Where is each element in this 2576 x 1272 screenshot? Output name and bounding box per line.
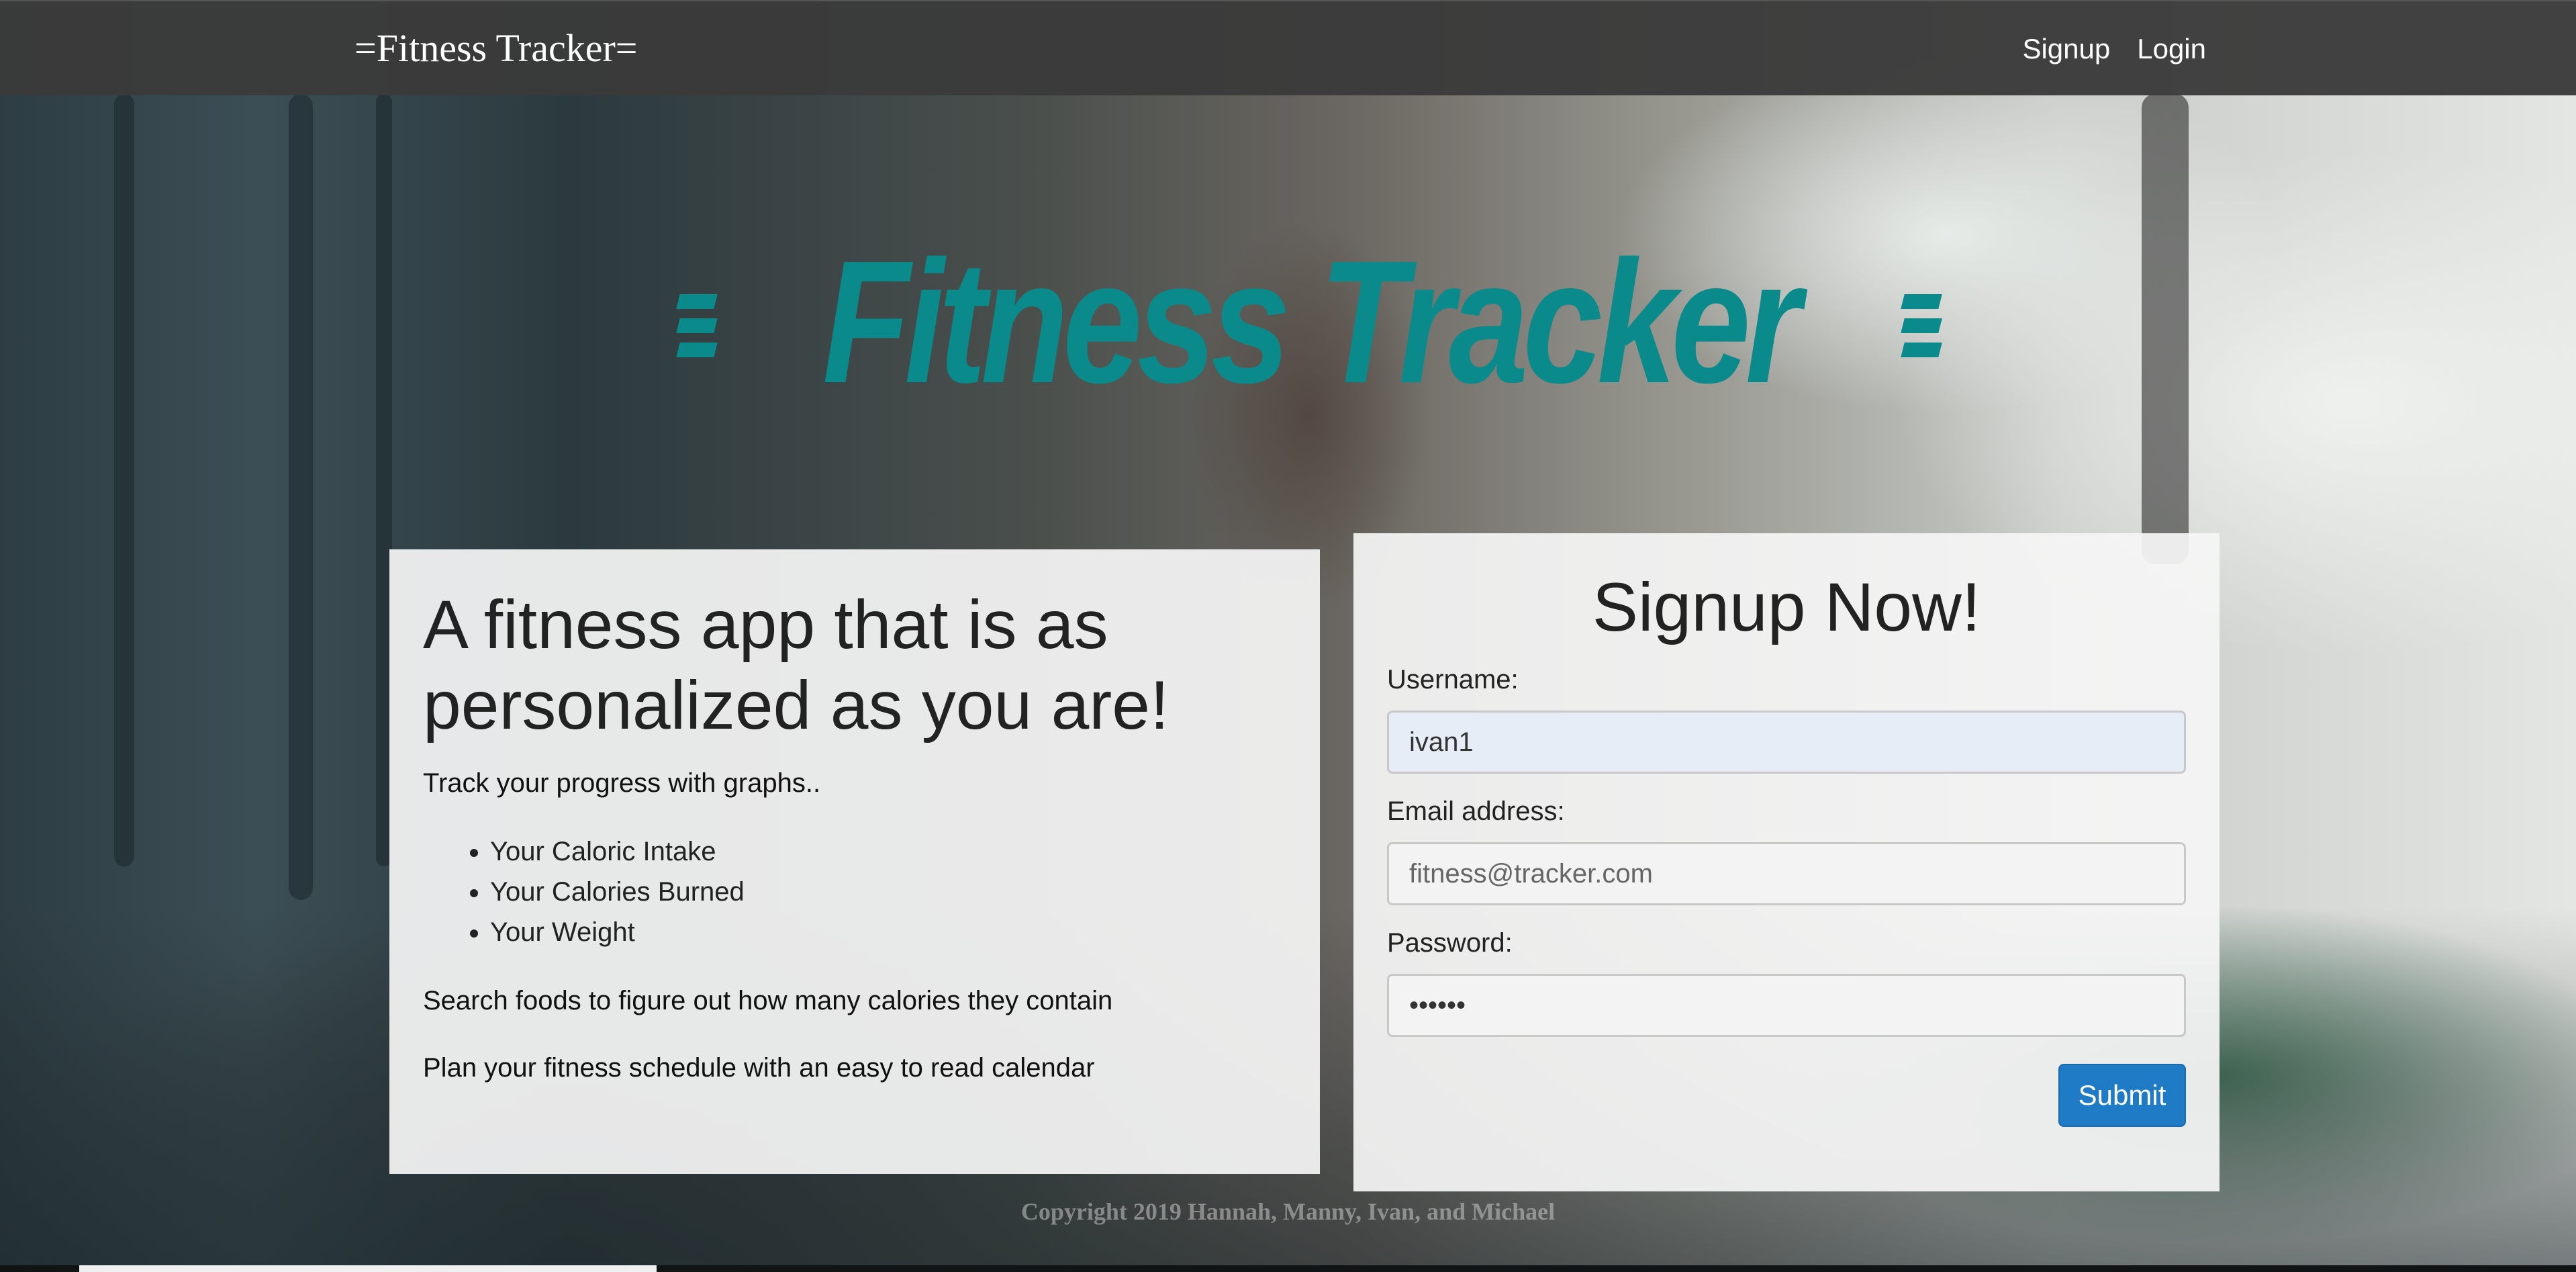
nav-link-login[interactable]: Login: [2137, 28, 2206, 70]
brand-logo[interactable]: =Fitness Tracker=: [354, 21, 638, 75]
hero-dash-left: [676, 294, 718, 357]
background-shape: [2142, 94, 2189, 564]
hero-logo-text: Fitness Tracker: [822, 225, 1801, 420]
password-input[interactable]: [1387, 974, 2186, 1037]
background-shape: [114, 94, 134, 866]
hero-logo: Fitness Tracker: [676, 225, 1942, 420]
nav-links: Signup Login: [2022, 28, 2206, 70]
username-label: Username:: [1387, 665, 1519, 694]
graph-list: Your Caloric Intake Your Calories Burned…: [490, 831, 1286, 952]
submit-row: Submit: [1387, 1064, 2186, 1127]
navbar: =Fitness Tracker= Signup Login: [0, 0, 2576, 95]
list-item: Your Weight: [490, 912, 1286, 952]
info-heading: A fitness app that is as personalized as…: [423, 586, 1170, 743]
signup-title: Signup Now!: [1592, 569, 1981, 645]
graphs-line: Track your progress with graphs..: [423, 768, 821, 798]
calendar-line: Plan your fitness schedule with an easy …: [423, 1053, 1095, 1083]
password-label: Password:: [1387, 928, 1513, 958]
email-input[interactable]: [1387, 842, 2186, 905]
hero-dash-right: [1900, 294, 1942, 357]
background-shape: [289, 94, 313, 900]
nav-link-signup[interactable]: Signup: [2022, 28, 2110, 70]
signup-panel: Signup Now! Username: Email address: Pas…: [1353, 533, 2220, 1191]
search-line: Search foods to figure out how many calo…: [423, 986, 1113, 1015]
bottom-strip-highlight: [79, 1265, 657, 1272]
footer-copyright: Copyright 2019 Hannah, Manny, Ivan, and …: [1020, 1198, 1556, 1225]
list-item: Your Calories Burned: [490, 872, 1286, 912]
username-input[interactable]: [1387, 711, 2186, 774]
submit-button[interactable]: Submit: [2058, 1064, 2186, 1127]
info-panel: A fitness app that is as personalized as…: [389, 549, 1320, 1174]
email-label: Email address:: [1387, 797, 1565, 826]
list-item: Your Caloric Intake: [490, 831, 1286, 872]
